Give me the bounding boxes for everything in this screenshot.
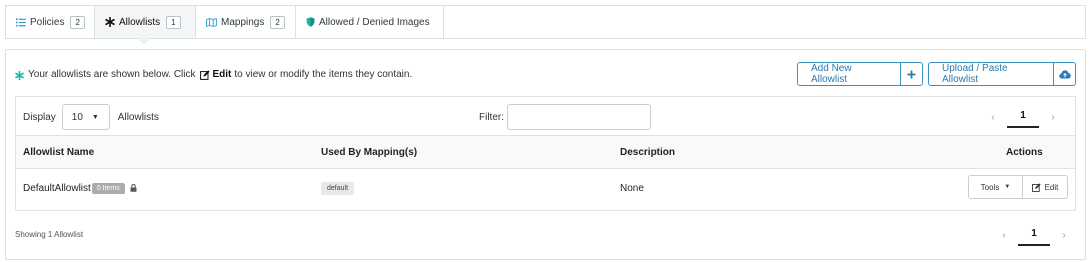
- page-1-button[interactable]: 1: [1018, 224, 1050, 246]
- allowlist-name-cell: DefaultAllowlist 0 Items: [23, 169, 137, 207]
- active-tab-pointer-fill: [139, 38, 149, 43]
- edit-button[interactable]: Edit: [1022, 175, 1068, 199]
- filter-label: Filter:: [479, 111, 504, 123]
- page-size-select[interactable]: 10 ▼: [61, 104, 110, 130]
- plus-icon: [900, 63, 922, 85]
- tab-label: Allowed / Denied Images: [319, 16, 430, 28]
- upload-paste-allowlist-label: Upload / Paste Allowlist: [942, 63, 1008, 85]
- tab-policies[interactable]: Policies 2: [6, 6, 95, 38]
- allowlist-table-container: Display 10 ▼ Allowlists Filter: ‹ 1 › Al…: [15, 96, 1076, 211]
- pagination-bottom: ‹ 1 ›: [990, 224, 1078, 246]
- lock-icon: [130, 184, 137, 192]
- tab-label: Policies: [30, 16, 65, 28]
- mapping-cell: default: [321, 169, 355, 207]
- list-icon: [16, 18, 26, 27]
- tab-label: Mappings: [221, 16, 265, 28]
- display-label: Display: [23, 111, 56, 123]
- allowlist-name: DefaultAllowlist: [23, 182, 91, 194]
- column-header-mappings[interactable]: Used By Mapping(s): [321, 136, 417, 168]
- mapping-badge: default: [321, 181, 355, 195]
- filter-control: Filter:: [479, 104, 651, 130]
- info-text-prefix: Your allowlists are shown below. Click: [28, 69, 196, 80]
- table-row: DefaultAllowlist 0 Items default None To…: [16, 169, 1075, 207]
- description-cell: None: [620, 182, 644, 194]
- filter-input[interactable]: [507, 104, 651, 130]
- info-message: Your allowlists are shown below. Click E…: [15, 69, 412, 80]
- page-size-value: 10: [71, 111, 83, 123]
- page-1-button[interactable]: 1: [1007, 106, 1039, 128]
- add-new-allowlist-label: Add New Allowlist: [811, 63, 852, 85]
- allowlists-panel: Your allowlists are shown below. Click E…: [5, 49, 1086, 260]
- cloud-upload-icon: [1053, 63, 1075, 85]
- tab-bar: Policies 2 Allowlists 1 Mappings 2 Allow…: [5, 5, 1086, 39]
- count-badge: 2: [70, 15, 85, 29]
- column-header-actions: Actions: [1006, 146, 1043, 158]
- asterisk-icon: [105, 17, 115, 27]
- count-badge: 1: [166, 15, 181, 29]
- tab-allowed-denied-images[interactable]: Allowed / Denied Images: [296, 6, 444, 38]
- tools-label: Tools: [980, 182, 1000, 192]
- add-new-allowlist-button[interactable]: Add New Allowlist: [797, 62, 923, 86]
- asterisk-icon: [15, 70, 24, 80]
- table-header: Allowlist Name Used By Mapping(s) Descri…: [16, 135, 1075, 169]
- info-text-suffix: to view or modify the items they contain…: [234, 69, 413, 80]
- page-size-suffix: Allowlists: [117, 111, 159, 123]
- next-page-icon[interactable]: ›: [1039, 112, 1067, 123]
- tab-mappings[interactable]: Mappings 2: [196, 6, 296, 38]
- tab-allowlists[interactable]: Allowlists 1: [95, 6, 196, 38]
- display-control: Display 10 ▼ Allowlists: [23, 104, 159, 130]
- shield-icon: [306, 17, 315, 27]
- edit-icon: [199, 69, 210, 80]
- map-icon: [206, 17, 217, 27]
- upload-paste-allowlist-button[interactable]: Upload / Paste Allowlist: [928, 62, 1076, 86]
- column-header-name[interactable]: Allowlist Name: [23, 136, 94, 168]
- info-edit-word: Edit: [212, 69, 232, 80]
- items-count-badge: 0 Items: [91, 182, 125, 194]
- edit-label: Edit: [1044, 182, 1059, 192]
- column-header-description[interactable]: Description: [620, 136, 675, 168]
- count-badge: 2: [270, 15, 285, 29]
- showing-count: Showing 1 Allowlist: [15, 230, 84, 239]
- chevron-down-icon: ▼: [91, 113, 99, 121]
- chevron-down-icon: ▼: [1004, 184, 1011, 190]
- tools-dropdown-button[interactable]: Tools ▼: [968, 175, 1023, 199]
- previous-page-icon[interactable]: ‹: [979, 112, 1007, 123]
- edit-icon: [1031, 182, 1041, 192]
- previous-page-icon[interactable]: ‹: [990, 230, 1018, 241]
- next-page-icon[interactable]: ›: [1050, 230, 1078, 241]
- pagination-top: ‹ 1 ›: [979, 106, 1067, 128]
- tab-label: Allowlists: [119, 16, 161, 28]
